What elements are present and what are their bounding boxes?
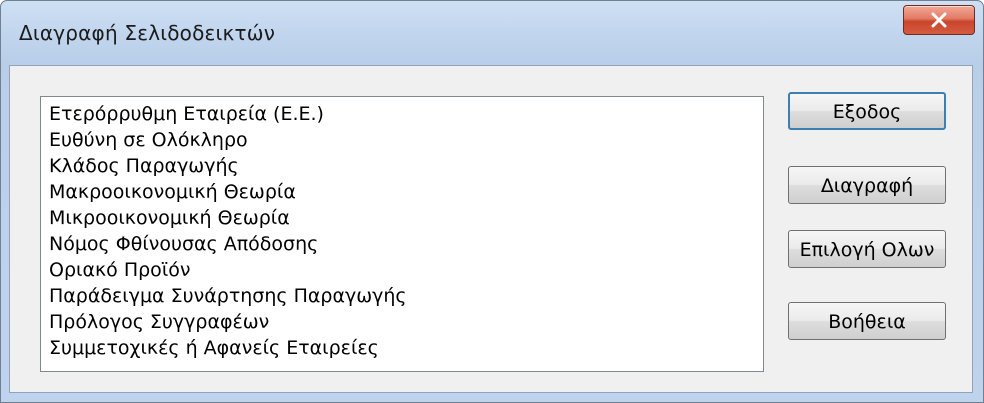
list-item[interactable]: Κλάδος Παραγωγής — [49, 153, 763, 179]
close-x-icon — [931, 12, 947, 28]
dialog-title: Διαγραφή Σελιδοδεικτών — [19, 21, 276, 45]
list-item[interactable]: Ευθύνη σε Ολόκληρο — [49, 127, 763, 153]
list-item[interactable]: Παράδειγμα Συνάρτησης Παραγωγής — [49, 283, 763, 309]
close-button[interactable] — [903, 5, 975, 35]
dialog-client-area: Ετερόρρυθμη Εταιρεία (Ε.Ε.) Ευθύνη σε Ολ… — [9, 65, 973, 393]
help-button[interactable]: Βοήθεια — [788, 302, 946, 340]
list-item[interactable]: Συμμετοχικές ή Αφανείς Εταιρείες — [49, 335, 763, 361]
select-all-button[interactable]: Επιλογή Ολων — [788, 230, 946, 268]
list-item[interactable]: Μικροοικονομική Θεωρία — [49, 205, 763, 231]
list-item[interactable]: Νόμος Φθίνουσας Απόδοσης — [49, 231, 763, 257]
list-item[interactable]: Μακροοικονομική Θεωρία — [49, 179, 763, 205]
bookmark-listbox[interactable]: Ετερόρρυθμη Εταιρεία (Ε.Ε.) Ευθύνη σε Ολ… — [40, 96, 764, 372]
list-item[interactable]: Ετερόρρυθμη Εταιρεία (Ε.Ε.) — [49, 101, 763, 127]
exit-button[interactable]: Εξοδος — [788, 92, 946, 130]
title-bar[interactable]: Διαγραφή Σελιδοδεικτών — [1, 1, 983, 65]
bookmark-delete-dialog: Διαγραφή Σελιδοδεικτών Ετερόρρυθμη Εταιρ… — [0, 0, 984, 403]
delete-button[interactable]: Διαγραφή — [788, 166, 946, 204]
list-item[interactable]: Πρόλογος Συγγραφέων — [49, 309, 763, 335]
list-item[interactable]: Οριακό Προϊόν — [49, 257, 763, 283]
